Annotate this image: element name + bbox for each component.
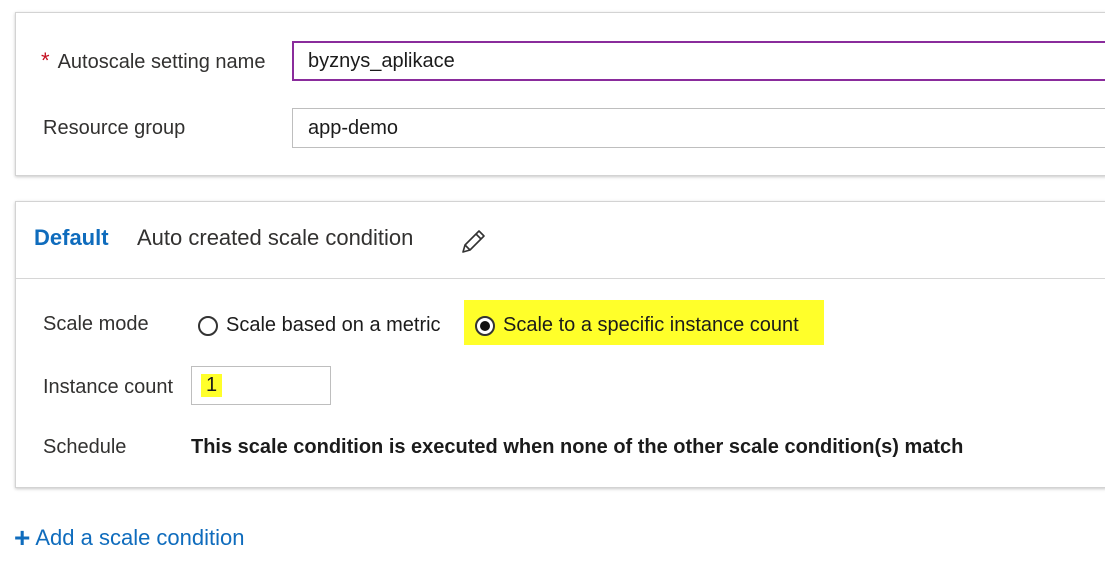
instance-count-input[interactable]: 1 <box>191 366 331 405</box>
radio-scale-instance-count-label: Scale to a specific instance count <box>503 314 799 336</box>
radio-scale-metric-label: Scale based on a metric <box>226 314 441 336</box>
pencil-icon[interactable] <box>459 226 489 256</box>
resource-group-field[interactable]: app-demo <box>292 108 1105 148</box>
required-marker: * <box>41 48 50 73</box>
schedule-description: This scale condition is executed when no… <box>191 436 964 458</box>
add-scale-condition-label: Add a scale condition <box>35 525 245 550</box>
condition-name: Auto created scale condition <box>137 225 414 250</box>
resource-group-label: Resource group <box>43 117 186 139</box>
instance-count-label: Instance count <box>43 376 174 398</box>
scale-condition-card: Default Auto created scale condition Sca… <box>15 201 1105 488</box>
plus-icon: + <box>14 522 31 553</box>
radio-scale-metric[interactable]: Scale based on a metric <box>198 314 441 337</box>
autoscale-name-input[interactable]: byznys_aplikace <box>292 41 1105 81</box>
autoscale-settings-card: * Autoscale setting name byznys_aplikace … <box>15 12 1105 176</box>
default-condition-label: Default <box>34 225 109 250</box>
instance-count-value: 1 <box>201 374 223 397</box>
add-scale-condition-link[interactable]: + Add a scale condition <box>14 522 245 553</box>
radio-button-checked[interactable] <box>475 315 495 336</box>
radio-scale-instance-count[interactable]: Scale to a specific instance count <box>475 314 799 337</box>
condition-divider <box>16 278 1105 279</box>
radio-button-unchecked[interactable] <box>198 315 218 336</box>
schedule-label: Schedule <box>43 436 127 458</box>
scale-mode-label: Scale mode <box>43 313 149 335</box>
autoscale-name-label: * Autoscale setting name <box>41 48 266 73</box>
